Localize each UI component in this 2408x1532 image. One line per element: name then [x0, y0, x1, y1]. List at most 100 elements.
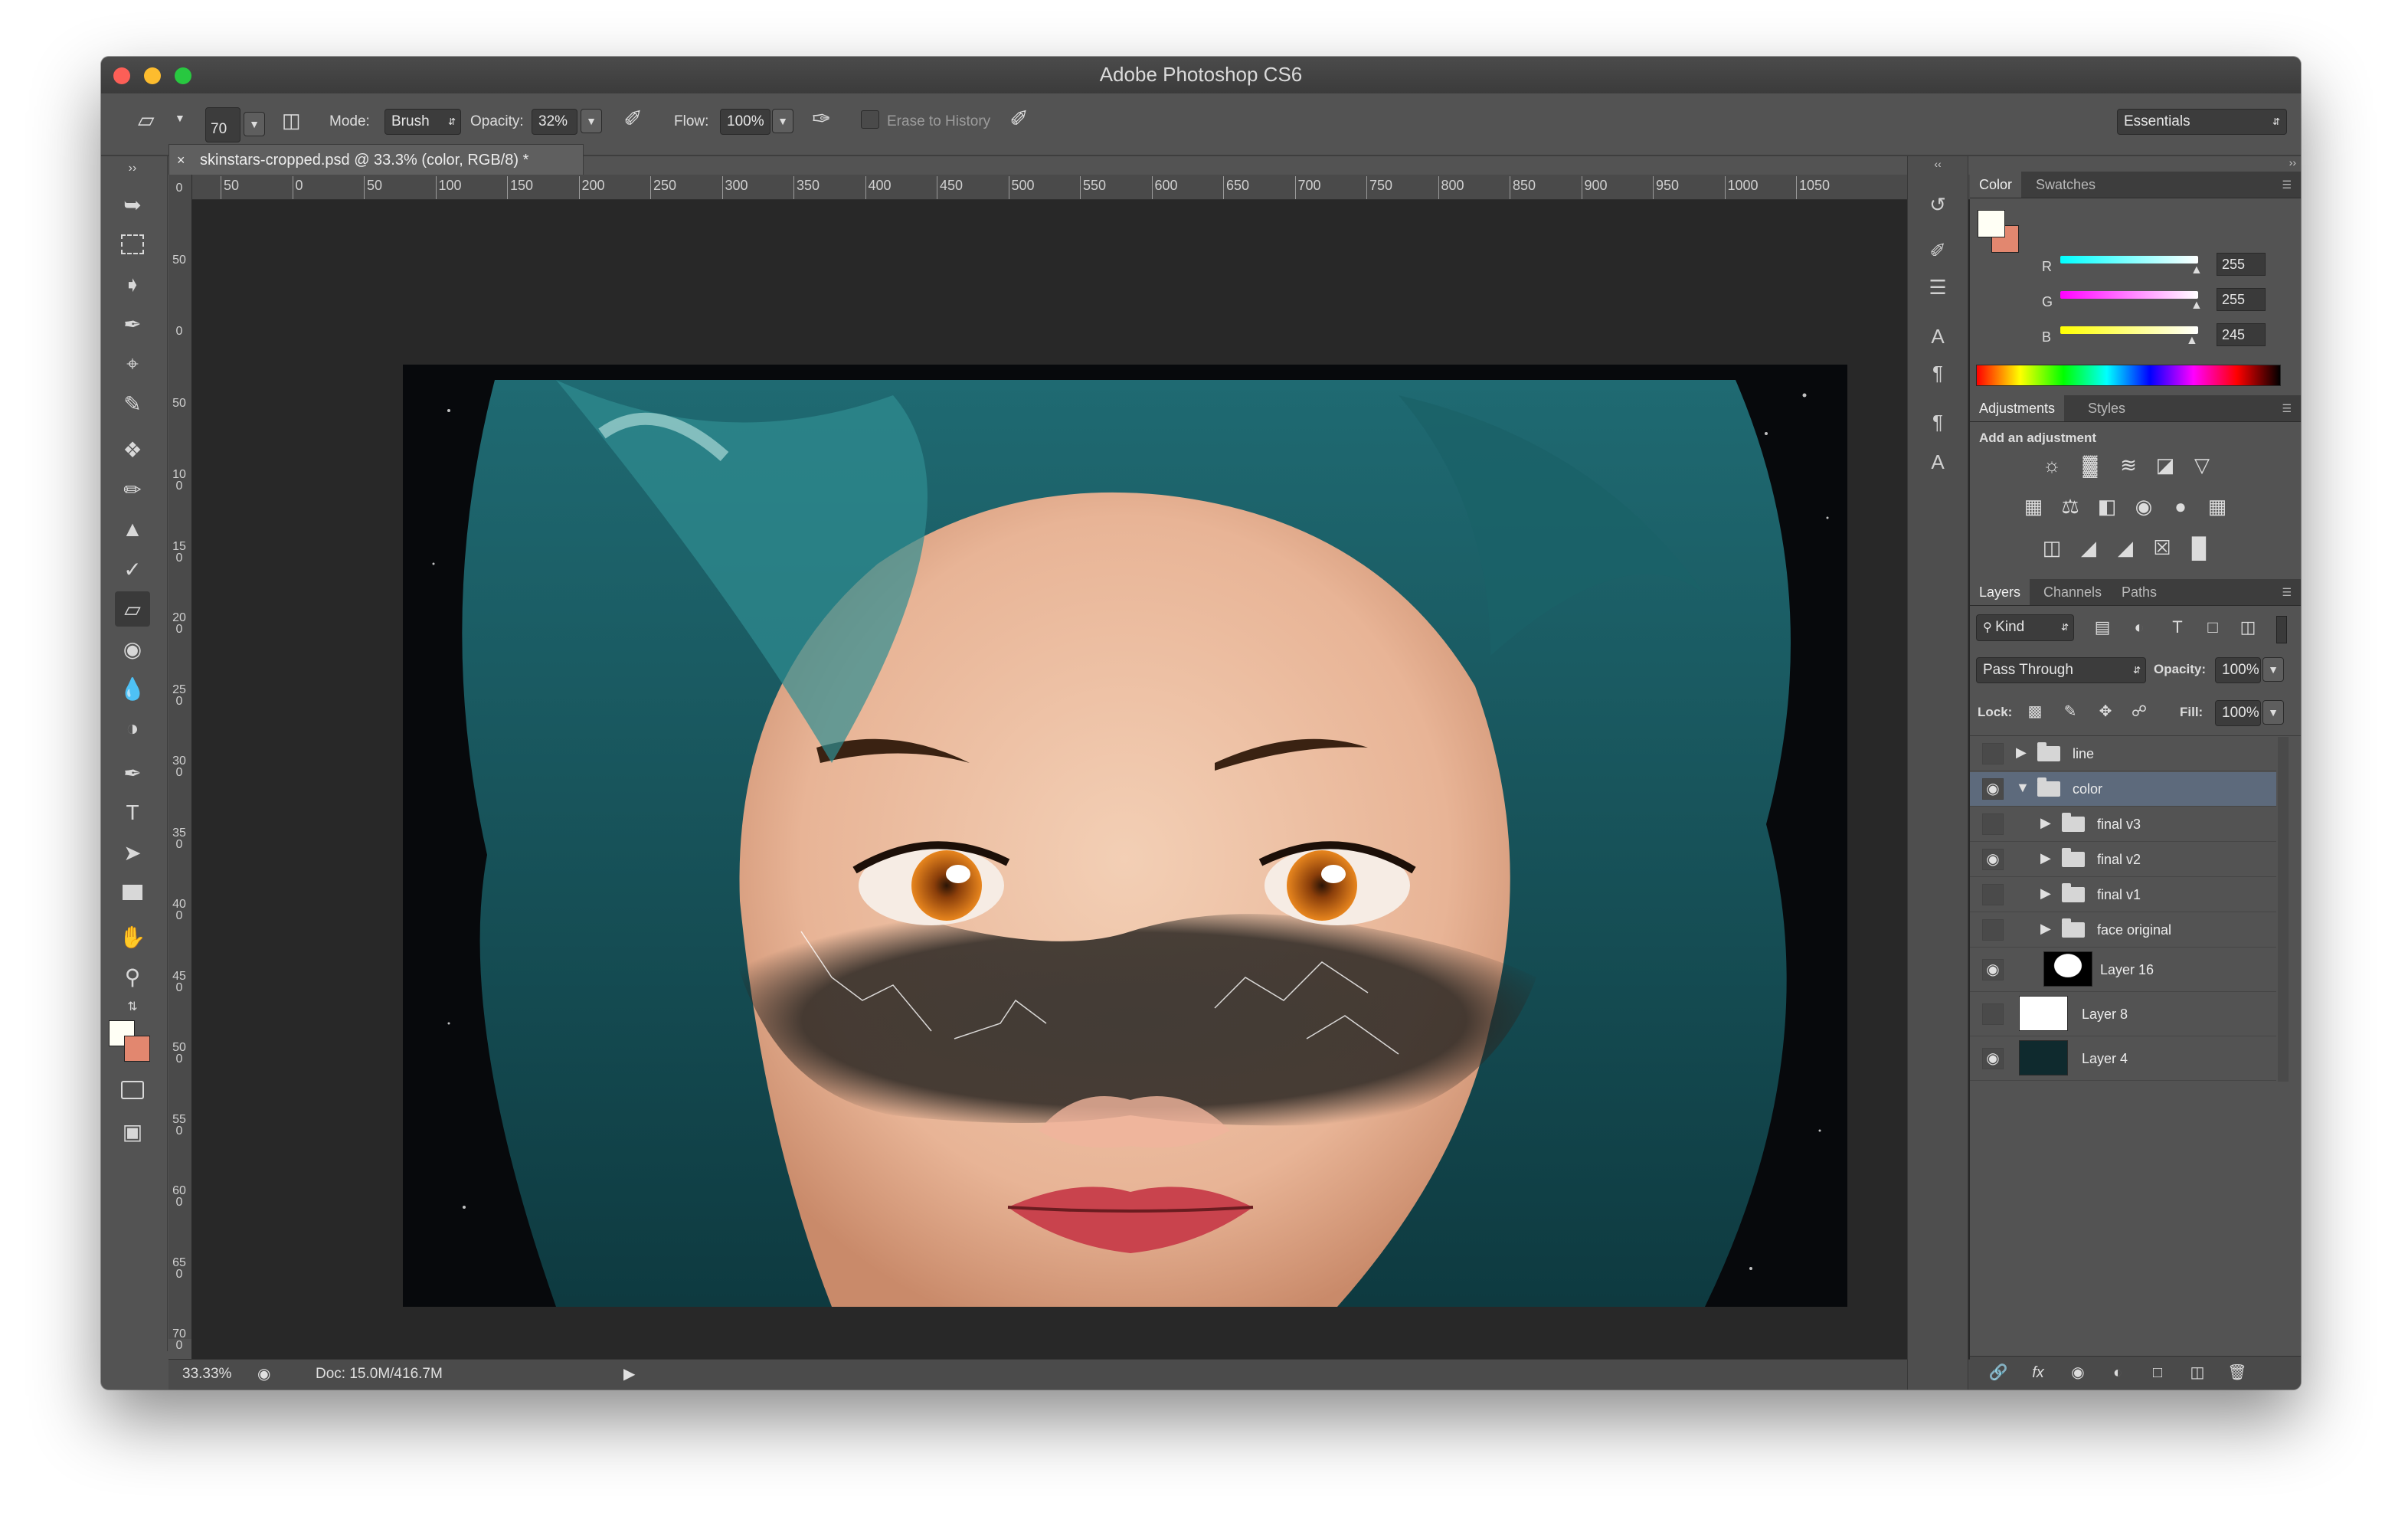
tab-styles[interactable]: Styles	[2079, 395, 2135, 421]
screen-mode-icon[interactable]: ▣	[115, 1114, 150, 1149]
opacity-slider-button[interactable]: ▼	[581, 109, 602, 133]
pressure-opacity-icon[interactable]: ✐	[623, 106, 643, 133]
fill-input[interactable]: 100%	[2215, 700, 2261, 726]
filter-type-icon[interactable]: T	[2164, 614, 2190, 640]
filter-pixel-icon[interactable]: ▤	[2089, 614, 2115, 640]
status-menu-arrow-icon[interactable]: ▶	[623, 1364, 635, 1383]
layer-row-color[interactable]: ◉ ▼ color	[1970, 772, 2276, 807]
expand-group-icon[interactable]: ▶	[2040, 885, 2051, 902]
filter-smart-object-icon[interactable]: ◫	[2235, 614, 2261, 640]
flow-slider-button[interactable]: ▼	[772, 109, 793, 133]
layer-row-layer-8[interactable]: Layer 8	[1970, 993, 2276, 1036]
channel-r-thumb[interactable]: ▲	[2190, 264, 2203, 277]
expand-group-icon[interactable]: ▶	[2040, 815, 2051, 831]
invert-icon[interactable]: ◫	[2039, 535, 2065, 561]
layer-row-layer-16[interactable]: ◉ Layer 16	[1970, 948, 2276, 992]
workspace-switcher[interactable]: Essentials ⇵	[2117, 109, 2287, 135]
expand-panels-icon[interactable]: ››	[2289, 156, 2296, 169]
threshold-icon[interactable]: ◢	[2112, 535, 2138, 561]
channel-b-thumb[interactable]: ▲	[2186, 334, 2198, 348]
opacity-input[interactable]: 32%	[532, 109, 577, 135]
paint-bucket-tool-icon[interactable]: ◉	[115, 631, 150, 666]
lock-position-icon[interactable]: ✥	[2092, 699, 2118, 725]
filter-adjustment-icon[interactable]: ◐	[2126, 614, 2152, 640]
lock-all-icon[interactable]: ☍	[2126, 699, 2152, 725]
erase-to-history-checkbox[interactable]	[861, 110, 879, 129]
lock-transparency-icon[interactable]: ▩	[2022, 699, 2048, 725]
collapse-toolbox-icon[interactable]: ››	[115, 161, 150, 176]
blend-mode-select[interactable]: Pass Through ⇵	[1976, 657, 2146, 683]
mode-select[interactable]: Brush ⇵	[384, 109, 461, 135]
layer-visibility-toggle[interactable]	[1982, 813, 2004, 835]
new-adjustment-layer-icon[interactable]: ◐	[2105, 1360, 2131, 1386]
channel-r-slider[interactable]	[2060, 256, 2198, 264]
black-white-icon[interactable]: ◧	[2094, 493, 2120, 519]
quick-mask-icon[interactable]	[115, 1072, 150, 1108]
collapse-group-icon[interactable]: ▼	[2016, 780, 2030, 796]
tab-swatches[interactable]: Swatches	[2027, 172, 2105, 198]
airbrush-icon[interactable]: ✑	[812, 106, 831, 133]
brush-panel-toggle-icon[interactable]: ◫	[282, 109, 301, 133]
panel-menu-icon[interactable]: ☰	[2272, 579, 2301, 605]
layer-visibility-toggle[interactable]	[1982, 884, 2004, 905]
tab-paths[interactable]: Paths	[2112, 579, 2166, 605]
vibrance-icon[interactable]: ▽	[2189, 452, 2215, 478]
curves-icon[interactable]: ≋	[2115, 452, 2141, 478]
clone-stamp-tool-icon[interactable]: ▲	[115, 512, 150, 547]
quick-selection-tool-icon[interactable]: ✒	[115, 306, 150, 342]
layer-filter-select[interactable]: ⚲ Kind ⇵	[1976, 614, 2074, 641]
layer-opacity-input[interactable]: 100%	[2215, 657, 2261, 683]
layer-row-final-v3[interactable]: ▶ final v3	[1970, 807, 2276, 842]
paragraph-styles-icon[interactable]: ¶	[1923, 408, 1952, 437]
expand-group-icon[interactable]: ▶	[2016, 745, 2027, 761]
color-panel-foreground[interactable]	[1978, 210, 2005, 237]
history-panel-icon[interactable]: ↺	[1923, 190, 1952, 219]
layer-visibility-toggle[interactable]	[1982, 1003, 2004, 1025]
pressure-size-icon[interactable]: ✐	[1009, 106, 1029, 133]
brush-presets-icon[interactable]: ✐	[1923, 236, 1952, 265]
channel-b-slider[interactable]	[2060, 326, 2198, 334]
marquee-tool-icon[interactable]	[115, 227, 150, 262]
new-group-icon[interactable]: □	[2145, 1360, 2171, 1386]
history-brush-tool-icon[interactable]: ✓	[115, 552, 150, 587]
layer-visibility-toggle[interactable]: ◉	[1982, 778, 2004, 800]
channel-b-input[interactable]: 245	[2217, 323, 2266, 346]
expand-group-icon[interactable]: ▶	[2040, 850, 2051, 866]
path-selection-tool-icon[interactable]: ➤	[115, 835, 150, 870]
layer-opacity-slider-button[interactable]: ▼	[2262, 657, 2284, 682]
paragraph-panel-icon[interactable]: ¶	[1923, 358, 1952, 388]
character-styles-icon[interactable]: A	[1923, 447, 1952, 476]
zoom-tool-icon[interactable]: ⚲	[115, 959, 150, 994]
spot-healing-tool-icon[interactable]: ❖	[115, 432, 150, 467]
link-layers-icon[interactable]: 🔗	[1985, 1360, 2011, 1386]
swap-colors-icon[interactable]: ⇅	[115, 996, 150, 1017]
brush-picker-dropdown[interactable]: ▼	[244, 112, 265, 136]
collapse-dock-icon[interactable]: ‹‹	[1923, 156, 1952, 172]
layer-row-line[interactable]: ▶ line	[1970, 737, 2276, 771]
dodge-tool-icon[interactable]: ◑	[115, 711, 150, 746]
color-balance-icon[interactable]: ⚖	[2057, 493, 2083, 519]
tab-color[interactable]: Color	[1970, 172, 2022, 198]
layer-list-scrollbar[interactable]	[2278, 737, 2289, 1082]
expand-group-icon[interactable]: ▶	[2040, 921, 2051, 937]
posterize-icon[interactable]: ◢	[2076, 535, 2102, 561]
add-mask-icon[interactable]: ◉	[2065, 1360, 2091, 1386]
new-layer-icon[interactable]: ◫	[2184, 1360, 2210, 1386]
gradient-map-icon[interactable]: █	[2186, 535, 2212, 561]
hue-saturation-icon[interactable]: ▦	[2020, 493, 2046, 519]
channel-mixer-icon[interactable]: ●	[2168, 493, 2194, 519]
layer-visibility-toggle[interactable]: ◉	[1982, 959, 2004, 980]
brightness-contrast-icon[interactable]: ☼	[2039, 452, 2065, 478]
layer-row-final-v2[interactable]: ◉ ▶ final v2	[1970, 843, 2276, 877]
eraser-tool-preset-icon[interactable]: ▱	[138, 107, 155, 133]
channel-g-slider[interactable]	[2060, 291, 2198, 299]
blur-tool-icon[interactable]: 💧	[115, 671, 150, 706]
chevron-down-icon[interactable]: ▼	[175, 112, 185, 124]
color-spectrum-ramp[interactable]	[1976, 365, 2281, 386]
panel-menu-icon[interactable]: ☰	[2272, 395, 2301, 421]
status-info-icon[interactable]: ◉	[257, 1364, 270, 1383]
filter-shape-icon[interactable]: □	[2200, 614, 2226, 640]
layer-row-layer-4[interactable]: ◉ Layer 4	[1970, 1037, 2276, 1081]
channel-g-thumb[interactable]: ▲	[2190, 299, 2203, 313]
layer-row-face-original[interactable]: ▶ face original	[1970, 913, 2276, 948]
